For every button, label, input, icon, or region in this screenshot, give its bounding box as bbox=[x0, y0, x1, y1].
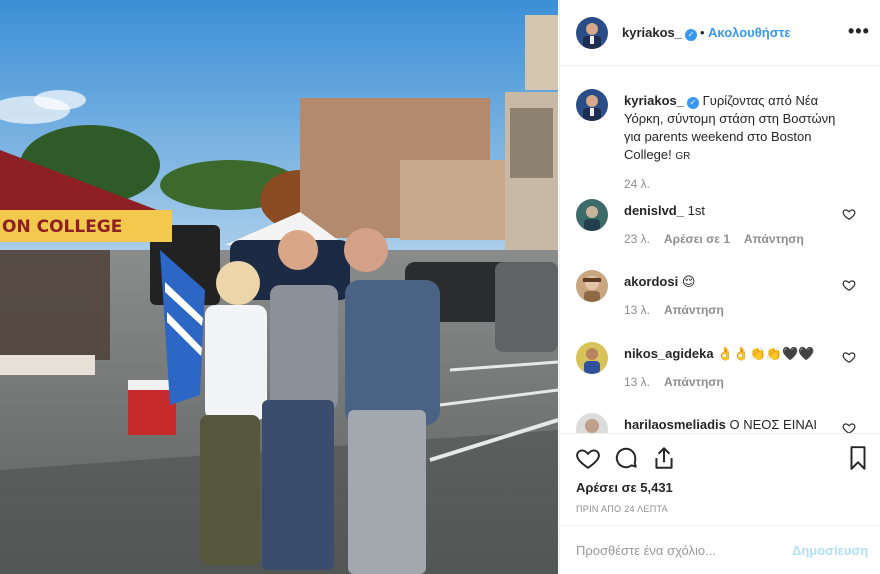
caption-meta: 24 λ. bbox=[624, 177, 664, 191]
comment-username[interactable]: akordosi bbox=[624, 274, 678, 289]
post-actions: Αρέσει σε 5,431 ΠΡΙΝ ΑΠΟ 24 ΛΕΠΤΑ bbox=[560, 433, 880, 525]
likes-count[interactable]: Αρέσει σε 5,431 bbox=[576, 480, 673, 495]
follow-button[interactable]: Ακολουθήστε bbox=[708, 25, 791, 40]
author-username-text[interactable]: kyriakos_ bbox=[622, 25, 682, 40]
like-comment-heart-icon[interactable] bbox=[842, 350, 856, 364]
comment-username[interactable]: denislvd_ bbox=[624, 203, 684, 218]
commenter-avatar[interactable] bbox=[576, 199, 608, 231]
comment-text: Ο ΝΕΟΣ ΕΙΝΑΙ bbox=[729, 417, 818, 432]
caption-time[interactable]: 24 λ. bbox=[624, 177, 650, 191]
like-comment-heart-icon[interactable] bbox=[842, 207, 856, 221]
comment-time[interactable]: 13 λ. bbox=[624, 375, 650, 389]
comment-time[interactable]: 13 λ. bbox=[624, 303, 650, 317]
post-panel: kyriakos_ ✓ • Ακολουθήστε ••• kyriakos_ ✓ … bbox=[559, 0, 880, 574]
comment-time[interactable]: 23 λ. bbox=[624, 232, 650, 246]
caption-username[interactable]: kyriakos_ bbox=[624, 93, 684, 108]
author-avatar[interactable] bbox=[576, 17, 608, 49]
caption-text-block: kyriakos_ ✓ Γυρίζοντας από Νέα Υόρκη, σύν… bbox=[624, 92, 852, 166]
share-icon[interactable] bbox=[651, 445, 677, 471]
commenter-avatar[interactable] bbox=[576, 413, 608, 433]
reply-button[interactable]: Απάντηση bbox=[664, 303, 724, 317]
comment-text-block: harilaosmeliadis Ο ΝΕΟΣ ΕΙΝΑΙ bbox=[624, 416, 852, 433]
comment-input[interactable] bbox=[576, 540, 776, 560]
caption-avatar[interactable] bbox=[576, 89, 608, 121]
comment-text: 😌 bbox=[681, 274, 696, 289]
add-comment-bar: Δημοσίευση bbox=[560, 525, 880, 574]
publish-button[interactable]: Δημοσίευση bbox=[792, 543, 868, 558]
like-heart-icon[interactable] bbox=[575, 445, 601, 471]
commenter-avatar[interactable] bbox=[576, 270, 608, 302]
verified-badge-icon: ✓ bbox=[685, 29, 697, 41]
reply-button[interactable]: Απάντηση bbox=[664, 375, 724, 389]
comment-text: 👌👌👏👏🖤🖤 bbox=[717, 346, 815, 361]
comment-meta: 13 λ. Απάντηση bbox=[624, 375, 738, 389]
greek-flag-text: GR bbox=[675, 151, 691, 162]
comment-text-block: nikos_agideka 👌👌👏👏🖤🖤 bbox=[624, 345, 852, 363]
reply-button[interactable]: Απάντηση bbox=[744, 232, 804, 246]
like-comment-heart-icon[interactable] bbox=[842, 421, 856, 433]
header-separator: • bbox=[700, 25, 705, 40]
comment-username[interactable]: harilaosmeliadis bbox=[624, 417, 726, 432]
commenter-avatar[interactable] bbox=[576, 342, 608, 374]
post-header: kyriakos_ ✓ • Ακολουθήστε ••• bbox=[560, 0, 880, 66]
bookmark-icon[interactable] bbox=[845, 445, 871, 471]
comment-text-block: akordosi 😌 bbox=[624, 273, 852, 291]
tent-lettering: ON COLLEGE bbox=[2, 217, 122, 237]
comment-likes-count[interactable]: Αρέσει σε 1 bbox=[664, 232, 730, 246]
comments-list[interactable]: kyriakos_ ✓ Γυρίζοντας από Νέα Υόρκη, σύν… bbox=[560, 67, 880, 433]
comment-text: 1st bbox=[687, 203, 705, 218]
more-options-icon[interactable]: ••• bbox=[848, 21, 870, 42]
verified-badge-icon: ✓ bbox=[687, 97, 699, 109]
author-username[interactable]: kyriakos_ ✓ bbox=[622, 25, 697, 41]
comment-meta: 23 λ. Αρέσει σε 1 Απάντηση bbox=[624, 232, 818, 246]
post-time-ago[interactable]: ΠΡΙΝ ΑΠΟ 24 ΛΕΠΤΑ bbox=[576, 504, 668, 514]
comment-text-block: denislvd_ 1st bbox=[624, 202, 852, 220]
comment-bubble-icon[interactable] bbox=[613, 445, 639, 471]
like-comment-heart-icon[interactable] bbox=[842, 278, 856, 292]
post-photo[interactable]: ON COLLEGE bbox=[0, 0, 558, 574]
comment-meta: 13 λ. Απάντηση bbox=[624, 303, 738, 317]
comment-username[interactable]: nikos_agideka bbox=[624, 346, 714, 361]
